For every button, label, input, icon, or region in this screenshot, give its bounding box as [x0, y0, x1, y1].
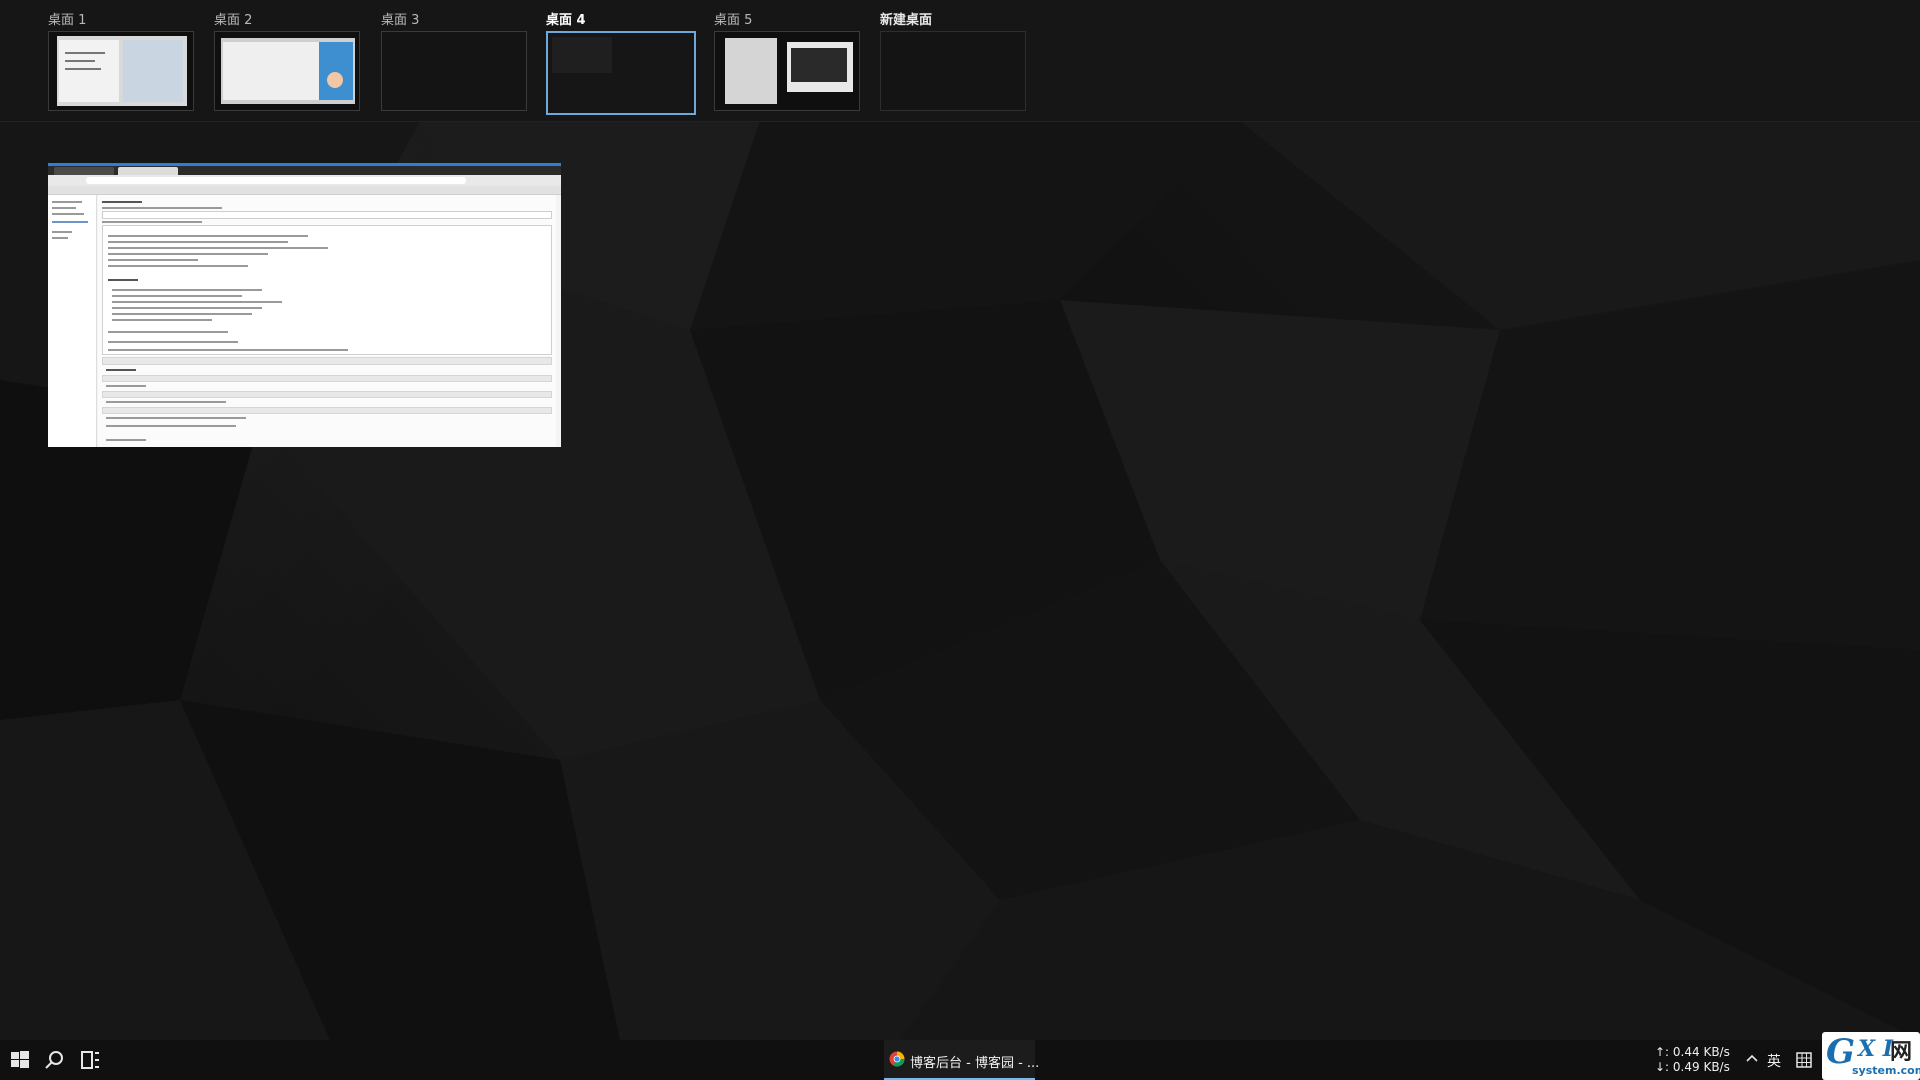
desktop-2-label: 桌面 2 — [214, 13, 253, 28]
taskbar-app-chrome[interactable]: 博客后台 - 博客园 - ... — [884, 1040, 1039, 1080]
desktop-background: 桌面 1 桌面 2 桌面 3 桌面 4 桌面 5 新建桌面 博客后台 - 博客园… — [0, 0, 1920, 1080]
desktop-3-label: 桌面 3 — [381, 13, 420, 28]
page-editor — [98, 195, 556, 447]
chevron-up-icon[interactable] — [1744, 1050, 1760, 1066]
keyboard-icon[interactable] — [1795, 1051, 1813, 1069]
network-upload: ↑: 0.44 KB/s — [1655, 1045, 1730, 1059]
windows-start-icon[interactable] — [8, 1048, 32, 1072]
new-desktop-thumbnail[interactable] — [880, 31, 1026, 111]
page-sidebar — [48, 195, 97, 447]
desktop-1-label: 桌面 1 — [48, 13, 87, 28]
desktop-2-thumbnail[interactable] — [214, 31, 360, 111]
task-view-icon[interactable] — [78, 1048, 102, 1072]
desktop-5-label: 桌面 5 — [714, 13, 753, 28]
network-speed: ↑: 0.44 KB/s ↓: 0.49 KB/s — [1655, 1045, 1730, 1075]
browser-url-field — [86, 177, 466, 184]
desktop-4-label: 桌面 4 — [546, 13, 586, 28]
window-preview-browser[interactable] — [48, 163, 561, 447]
virtual-desktops-bar: 桌面 1 桌面 2 桌面 3 桌面 4 桌面 5 新建桌面 — [0, 0, 1920, 122]
network-download: ↓: 0.49 KB/s — [1655, 1060, 1730, 1074]
browser-bookmarks-bar — [48, 186, 561, 195]
watermark-xi: X I — [1858, 1036, 1894, 1062]
desktop-3-thumbnail[interactable] — [381, 31, 527, 111]
chrome-icon — [889, 1051, 905, 1067]
wallpaper-facets — [0, 121, 1920, 1040]
desktop-1-thumbnail[interactable] — [48, 31, 194, 111]
desktop-4-thumbnail[interactable] — [546, 31, 696, 115]
search-icon[interactable] — [42, 1048, 66, 1072]
watermark-net: 网 — [1890, 1040, 1913, 1065]
ime-indicator[interactable]: 英 — [1767, 1051, 1781, 1071]
taskbar-app-label: 博客后台 - 博客园 - ... — [910, 1056, 1040, 1071]
taskbar: 博客后台 - 博客园 - ... ↑: 0.44 KB/s ↓: 0.49 KB… — [0, 1040, 1920, 1080]
browser-tabs — [48, 166, 561, 175]
watermark-domain: system.com — [1852, 1064, 1920, 1077]
watermark-g: G — [1826, 1032, 1856, 1072]
desktop-5-thumbnail[interactable] — [714, 31, 860, 111]
watermark-logo: G X I 网 system.com — [1822, 1032, 1920, 1080]
new-desktop-label: 新建桌面 — [880, 13, 933, 28]
